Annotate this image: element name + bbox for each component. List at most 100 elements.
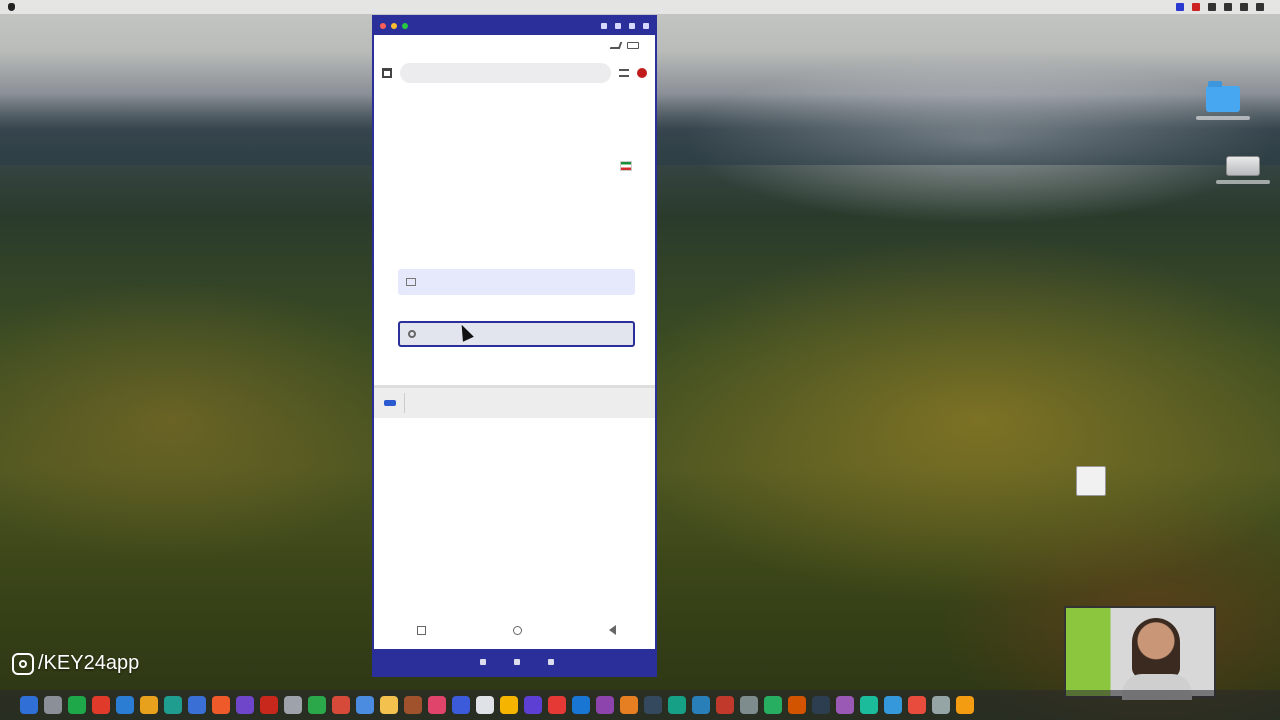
dock-app-icon[interactable] (332, 696, 350, 714)
url-input[interactable] (400, 63, 611, 83)
dock-app-icon[interactable] (500, 696, 518, 714)
signal-icon (609, 41, 623, 49)
maximize-icon[interactable] (402, 23, 408, 29)
watermark: /KEY24app (12, 652, 139, 675)
record-icon[interactable] (1192, 3, 1200, 11)
login-page (374, 91, 655, 671)
minimize-icon[interactable] (391, 23, 397, 29)
autofill-sheet (374, 385, 655, 623)
autofill-title (374, 418, 655, 436)
dock-app-icon[interactable] (308, 696, 326, 714)
recents-icon[interactable] (417, 625, 427, 635)
dock-app-icon[interactable] (164, 696, 182, 714)
dock-app-icon[interactable] (92, 696, 110, 714)
email-input[interactable] (422, 277, 622, 287)
phone-status-bar (374, 35, 655, 55)
dock-app-icon[interactable] (548, 696, 566, 714)
dock-app-icon[interactable] (932, 696, 950, 714)
dock-app-icon[interactable] (620, 696, 638, 714)
flag-icon[interactable] (620, 161, 632, 171)
menu-bar (0, 0, 1280, 14)
dock (0, 690, 1280, 720)
home-icon[interactable] (382, 68, 392, 78)
dock-app-icon[interactable] (260, 696, 278, 714)
settings-icon[interactable] (629, 23, 635, 29)
dock-app-icon[interactable] (428, 696, 446, 714)
dock-app-icon[interactable] (212, 696, 230, 714)
dock-app-icon[interactable] (644, 696, 662, 714)
rotate-icon[interactable] (601, 23, 607, 29)
instagram-icon (12, 652, 34, 675)
dock-app-icon[interactable] (20, 696, 38, 714)
more-icon[interactable] (547, 659, 554, 665)
dock-app-icon[interactable] (140, 696, 158, 714)
dock-app-icon[interactable] (788, 696, 806, 714)
browser-toolbar (374, 55, 655, 91)
dock-app-icon[interactable] (476, 696, 494, 714)
emulator-bottom-bar (374, 649, 655, 675)
close-icon[interactable] (380, 23, 386, 29)
screen-record-icon[interactable] (1176, 3, 1184, 11)
dock-app-icon[interactable] (452, 696, 470, 714)
dock-app-icon[interactable] (356, 696, 374, 714)
email-field[interactable] (398, 269, 635, 295)
dock-app-icon[interactable] (812, 696, 830, 714)
dock-app-icon[interactable] (668, 696, 686, 714)
search-icon[interactable] (1240, 3, 1248, 11)
desktop-folder[interactable] (1196, 81, 1250, 120)
extension-icon[interactable] (637, 68, 647, 78)
drive-icon (1226, 156, 1260, 176)
dock-app-icon[interactable] (236, 696, 254, 714)
dock-app-icon[interactable] (188, 696, 206, 714)
battery-icon[interactable] (1224, 3, 1232, 11)
mail-icon (406, 278, 416, 286)
dock-app-icon[interactable] (68, 696, 86, 714)
dock-app-icon[interactable] (860, 696, 878, 714)
watermark-text: /KEY24app (38, 652, 140, 674)
dock-app-icon[interactable] (116, 696, 134, 714)
dock-app-icon[interactable] (404, 696, 422, 714)
screenshot-icon[interactable] (615, 23, 621, 29)
android-nav-bar (374, 619, 655, 641)
window-close-icon[interactable] (643, 23, 649, 29)
dock-app-icon[interactable] (764, 696, 782, 714)
dock-app-icon[interactable] (908, 696, 926, 714)
password-input[interactable] (422, 329, 622, 339)
dock-app-icon[interactable] (284, 696, 302, 714)
password-manager-icon[interactable] (384, 400, 396, 406)
tabs-icon[interactable] (619, 69, 629, 77)
control-center-icon[interactable] (1256, 3, 1264, 11)
dock-app-icon[interactable] (596, 696, 614, 714)
desktop-drive[interactable] (1216, 156, 1270, 184)
document-icon (1076, 466, 1106, 496)
home-button-icon[interactable] (512, 625, 522, 635)
desktop-drive-label (1216, 180, 1270, 184)
desktop-file[interactable] (1076, 466, 1106, 496)
password-field[interactable] (398, 321, 635, 347)
apple-icon[interactable] (8, 3, 15, 11)
wifi-icon[interactable] (1208, 3, 1216, 11)
dock-app-icon[interactable] (692, 696, 710, 714)
desktop-folder-label (1196, 116, 1250, 120)
dock-app-icon[interactable] (572, 696, 590, 714)
volume-icon[interactable] (479, 659, 486, 665)
dock-app-icon[interactable] (956, 696, 974, 714)
dock-app-icon[interactable] (836, 696, 854, 714)
webcam-overlay (1064, 606, 1216, 700)
dock-app-icon[interactable] (44, 696, 62, 714)
dock-app-icon[interactable] (524, 696, 542, 714)
phone-emulator-window[interactable] (372, 15, 657, 677)
search-divider (404, 393, 405, 413)
dock-app-icon[interactable] (716, 696, 734, 714)
dock-app-icon[interactable] (380, 696, 398, 714)
back-icon[interactable] (608, 625, 616, 635)
folder-icon (1206, 81, 1240, 112)
emulator-titlebar[interactable] (374, 17, 655, 35)
autofill-search-bar[interactable] (374, 388, 655, 418)
battery-icon (627, 41, 639, 49)
dock-app-icon[interactable] (884, 696, 902, 714)
power-icon[interactable] (513, 659, 520, 665)
dock-app-icon[interactable] (740, 696, 758, 714)
key-icon (408, 330, 416, 338)
presenter-face-icon (1132, 618, 1180, 678)
